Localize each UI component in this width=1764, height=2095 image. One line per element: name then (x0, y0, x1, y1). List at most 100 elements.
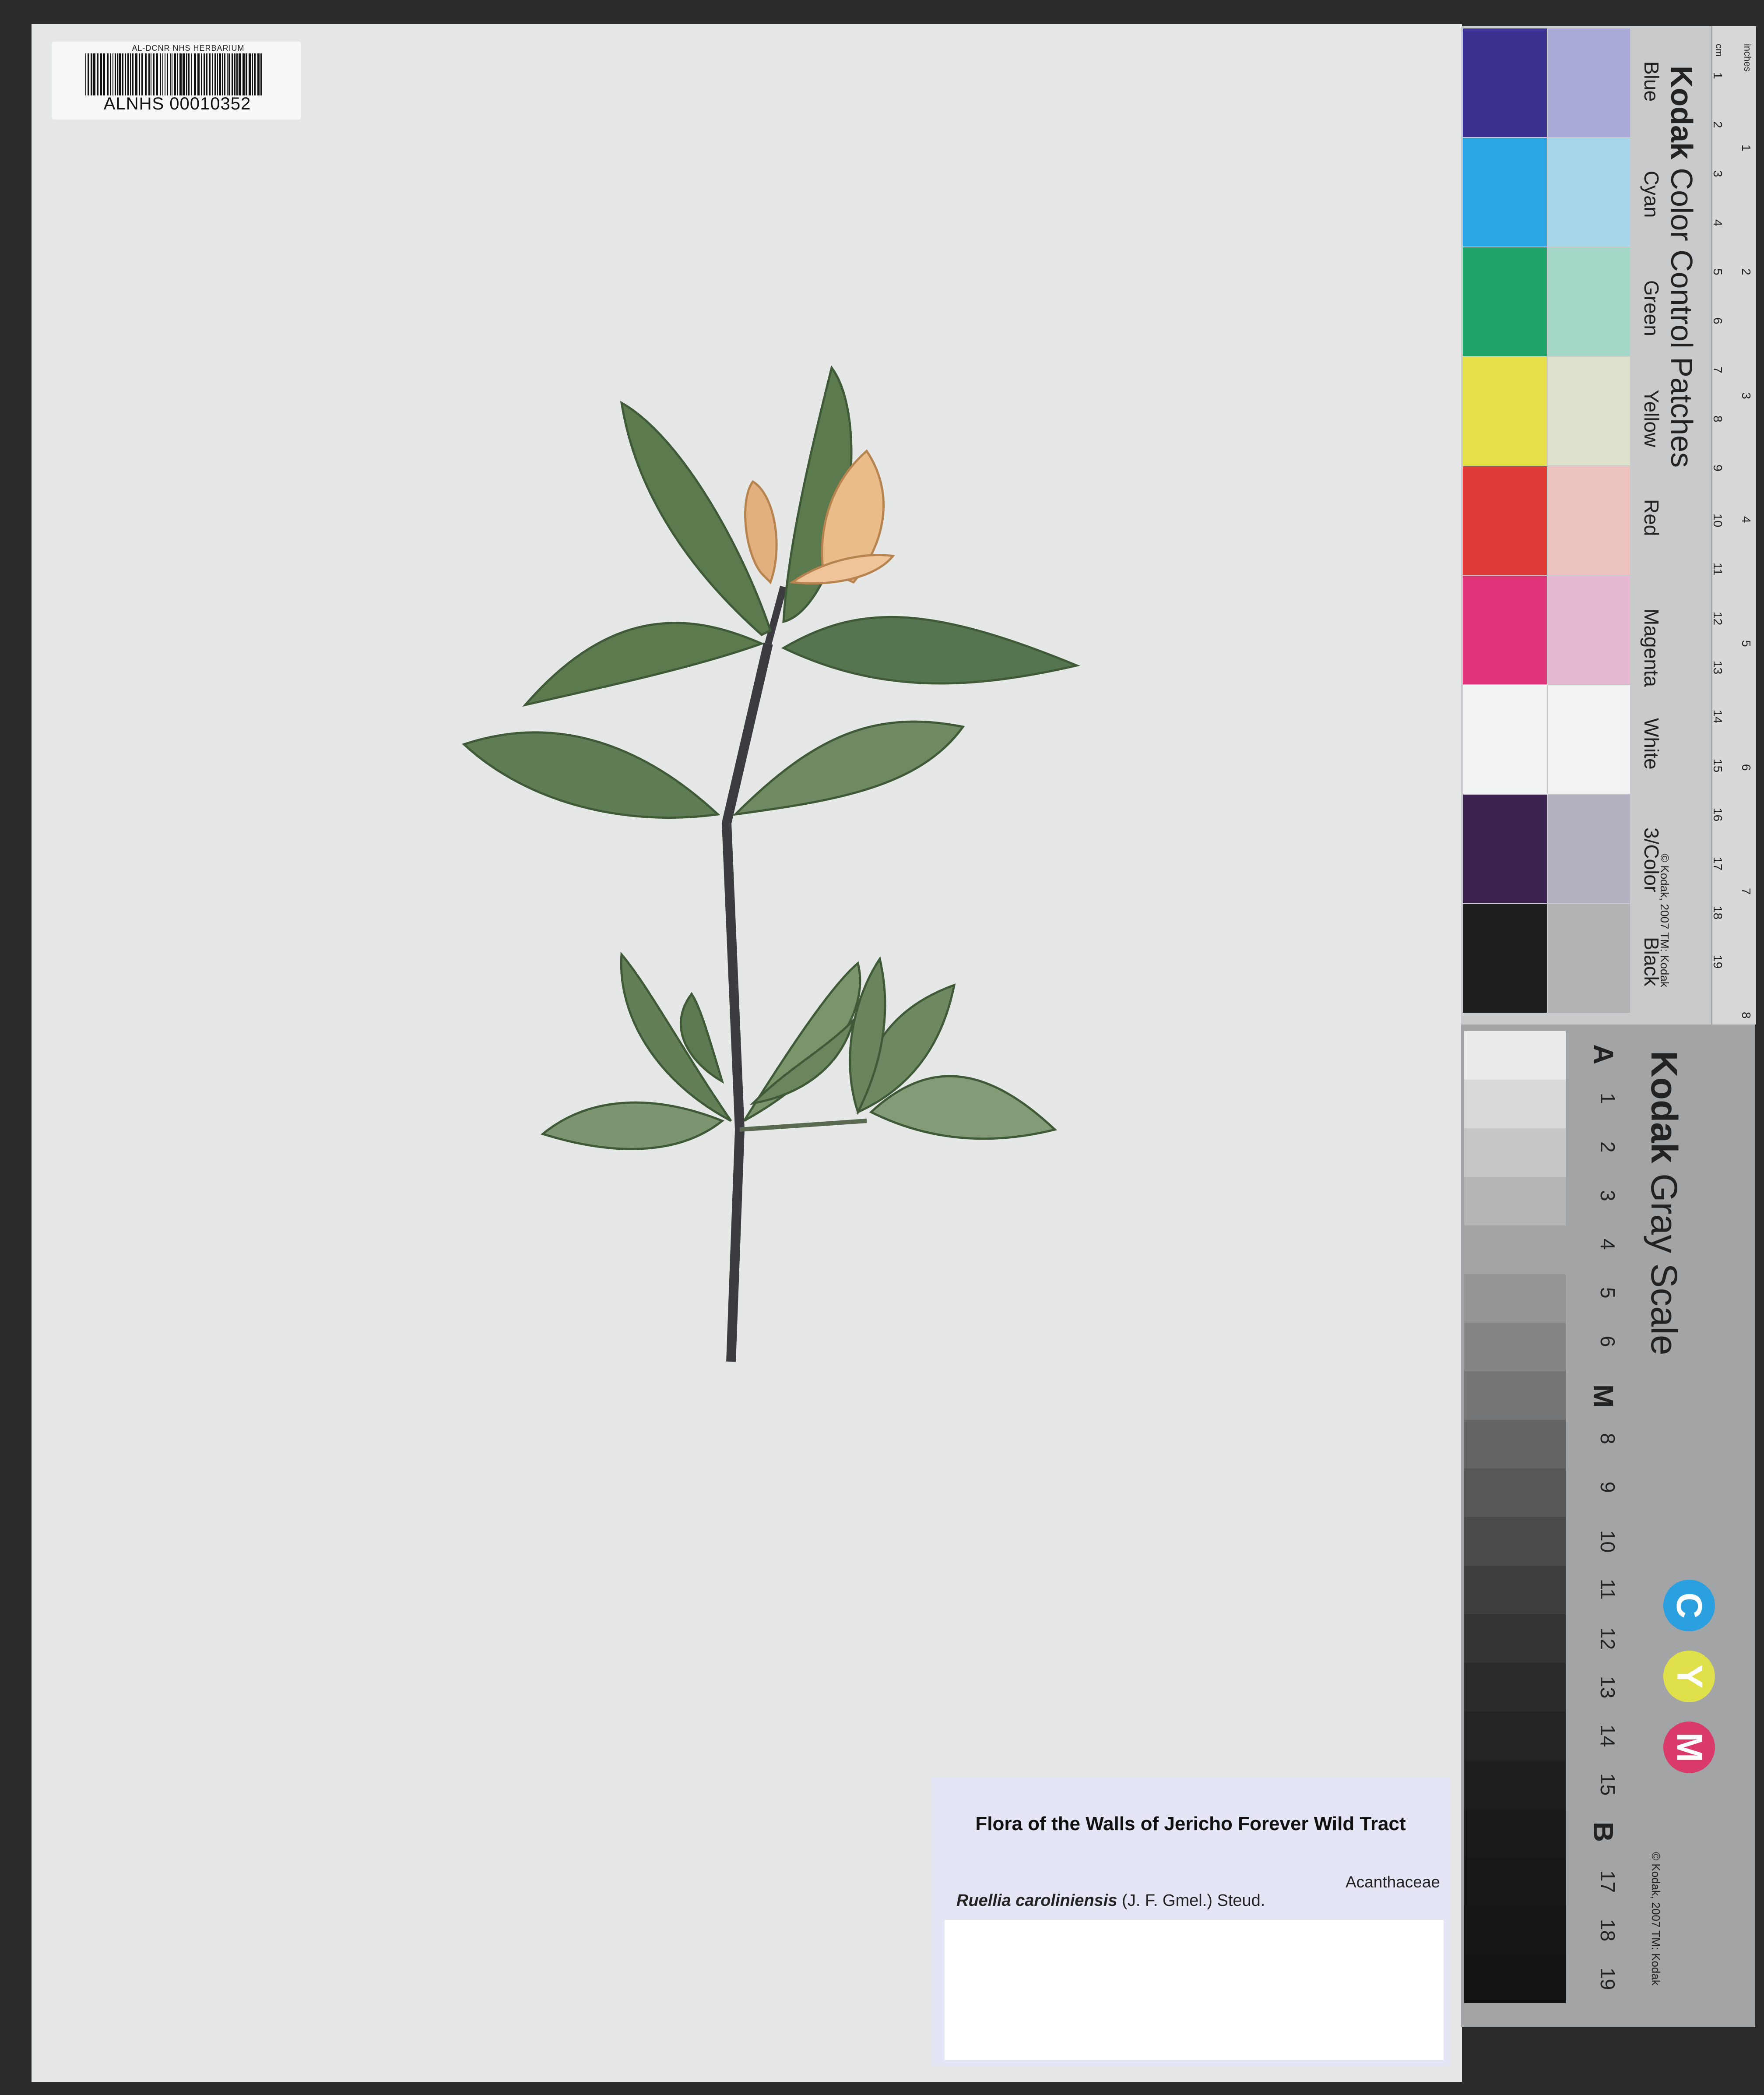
gray-step-label: 12 (1596, 1627, 1619, 1650)
label-blank-area (945, 1920, 1444, 2060)
gray-step (1464, 1177, 1566, 1225)
gray-step (1464, 1663, 1566, 1711)
ruler-cm-number: 8 (1711, 415, 1725, 423)
gray-step-label: 9 (1596, 1482, 1619, 1493)
gray-step-label: 4 (1596, 1239, 1619, 1250)
gray-card-title-text: Gray Scale (1644, 1173, 1685, 1356)
color-card-title-text: Color Control Patches (1665, 168, 1699, 468)
gray-step (1464, 1420, 1566, 1468)
ruler-cm-number: 19 (1711, 955, 1725, 969)
gray-step (1464, 1031, 1566, 1080)
color-patch-light (1548, 904, 1630, 1013)
color-patch-dark (1463, 28, 1547, 137)
gray-step-label: 14 (1596, 1725, 1619, 1747)
gray-step (1464, 1468, 1566, 1517)
ruler-cm-number: 14 (1711, 710, 1725, 724)
patch-label: Blue (1640, 61, 1663, 102)
color-patch-dark (1463, 904, 1547, 1013)
gray-step (1464, 1857, 1566, 1906)
gray-step-label: M (1588, 1384, 1619, 1408)
patch-label: Yellow (1640, 390, 1663, 447)
ruler-inch-number: 3 (1739, 392, 1753, 399)
patch-label: Green (1640, 280, 1663, 336)
gray-card-copyright: © Kodak, 2007 TM: Kodak (1649, 1852, 1662, 1986)
gray-step (1464, 1080, 1566, 1128)
ruler-cm-number: 1 (1711, 72, 1725, 79)
gray-step-label: 19 (1596, 1968, 1619, 1990)
ruler-cm-number: 17 (1711, 857, 1725, 871)
ruler-inch-number: 2 (1739, 268, 1753, 275)
gray-step (1464, 1760, 1566, 1809)
ruler-cm-number: 6 (1711, 317, 1725, 324)
ruler-cm-number: 16 (1711, 808, 1725, 822)
gray-step-label: 1 (1596, 1093, 1619, 1104)
leaf (732, 720, 965, 816)
gray-step (1464, 1517, 1566, 1566)
gray-step-label: B (1588, 1822, 1619, 1842)
gray-step (1464, 1371, 1566, 1420)
gray-step (1464, 1128, 1566, 1177)
color-patch-light (1548, 247, 1630, 356)
color-patch-dark (1463, 247, 1547, 356)
color-patch-light (1548, 28, 1630, 137)
label-taxon: Ruellia caroliniensis (J. F. Gmel.) Steu… (956, 1891, 1265, 1910)
gray-step-label: A (1588, 1044, 1619, 1065)
color-patch-dark (1463, 685, 1547, 794)
gray-step (1464, 1614, 1566, 1663)
gray-step (1464, 1274, 1566, 1323)
gray-step-label: 3 (1596, 1190, 1619, 1201)
cym-dot-m: M (1663, 1722, 1715, 1773)
gray-step-label: 15 (1596, 1773, 1619, 1796)
color-card-copyright: © Kodak, 2007 TM: Kodak (1658, 854, 1671, 987)
color-patch-light (1548, 357, 1630, 465)
gray-step (1464, 1809, 1566, 1857)
cym-letter: Y (1669, 1664, 1709, 1689)
gray-card-brand: Kodak (1644, 1051, 1685, 1163)
color-patch-light (1548, 685, 1630, 794)
ruler-cm-number: 13 (1711, 661, 1725, 675)
ruler-cm-number: 12 (1711, 612, 1725, 626)
ruler-cm-number: 15 (1711, 759, 1725, 773)
ruler-inch-number: 6 (1739, 764, 1753, 771)
ruler-cm-number: 18 (1711, 906, 1725, 920)
ruler-cm-number: 2 (1711, 121, 1725, 128)
gray-step (1464, 1711, 1566, 1760)
leaf (540, 1101, 724, 1150)
color-patch-light (1548, 795, 1630, 903)
gray-step-label: 10 (1596, 1530, 1619, 1553)
label-family: Acanthaceae (1345, 1873, 1440, 1891)
color-patch-dark (1463, 576, 1547, 684)
ruler-inch-number: 7 (1739, 888, 1753, 895)
color-patch-light (1548, 138, 1630, 246)
ruler-unit-label: inches (1742, 44, 1753, 72)
ruler-cm-number: 4 (1711, 219, 1725, 226)
ruler-cm-number: 11 (1711, 563, 1725, 576)
color-patch-dark (1463, 357, 1547, 465)
gray-step-label: 6 (1596, 1336, 1619, 1347)
patch-label: Magenta (1640, 609, 1663, 687)
cym-letter: M (1669, 1732, 1709, 1763)
gray-step-label: 13 (1596, 1676, 1619, 1699)
ruler-inch-number: 1 (1739, 144, 1753, 151)
leaf (620, 951, 732, 1122)
color-patch-light (1548, 576, 1630, 684)
gray-card-title: Kodak Gray Scale (1643, 1051, 1685, 1356)
ruler-unit-label: cm (1714, 44, 1725, 57)
gray-step (1464, 1323, 1566, 1371)
ruler-cm-number: 10 (1711, 514, 1725, 528)
gray-step (1464, 1954, 1566, 2003)
ruler-cm-number: 5 (1711, 268, 1725, 275)
ruler-inch-number: 5 (1739, 640, 1753, 647)
patch-label: Cyan (1640, 171, 1663, 218)
ruler-cm-number: 9 (1711, 465, 1725, 472)
gray-step-label: 18 (1596, 1919, 1619, 1942)
ruler-cm-number: 7 (1711, 366, 1725, 373)
color-card-brand: Kodak (1665, 66, 1699, 159)
gray-step-label: 2 (1596, 1141, 1619, 1153)
patch-label: White (1640, 718, 1663, 770)
gray-step-label: 11 (1596, 1579, 1619, 1600)
leaf (781, 616, 1081, 685)
color-patch-dark (1463, 466, 1547, 575)
cym-letter: C (1669, 1592, 1709, 1619)
gray-step (1464, 1906, 1566, 1954)
